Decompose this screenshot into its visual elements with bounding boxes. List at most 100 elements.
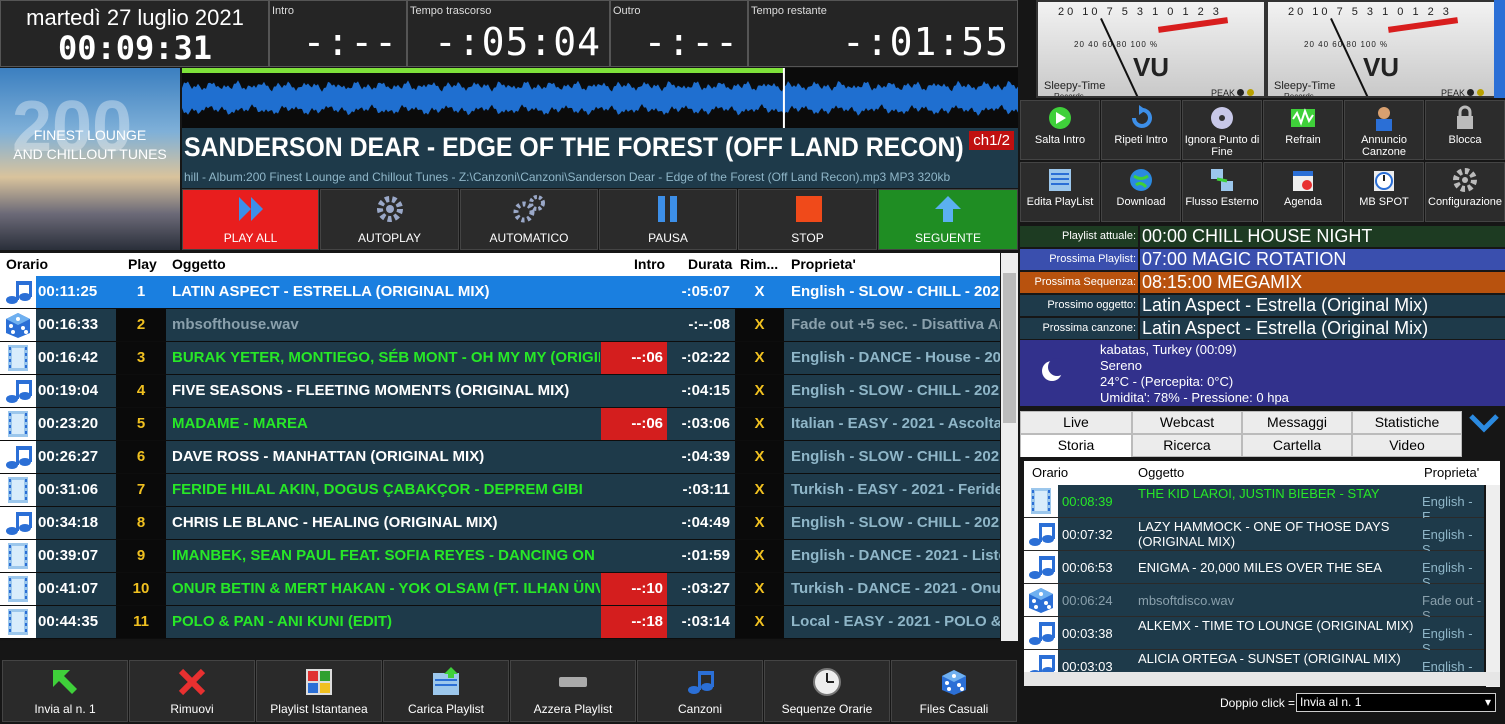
music-note-icon — [1024, 518, 1058, 550]
row-prop: English - SLOW - CHILL - 2021 - — [791, 382, 1000, 399]
tab-webcast[interactable]: Webcast — [1132, 411, 1242, 434]
hist-col-proprieta[interactable]: Proprieta' — [1424, 465, 1479, 480]
sequenze-orarie-button[interactable]: Sequenze Orarie — [764, 660, 890, 722]
tab-ricerca[interactable]: Ricerca — [1132, 434, 1242, 457]
row-title: POLO & PAN - ANI KUNI (EDIT) — [172, 613, 392, 630]
edita-playlist-button[interactable]: Edita PlayList — [1020, 162, 1100, 222]
dblclick-select[interactable]: Invia al n. 1 ▾ — [1296, 693, 1496, 712]
row-prop: English - SLOW - CHILL - 2021 - — [791, 448, 1000, 465]
stop-button[interactable]: STOP — [738, 189, 877, 250]
hist-col-orario[interactable]: Orario — [1032, 465, 1068, 480]
playlist-row[interactable]: 00:34:18 8 CHRIS LE BLANC - HEALING (ORI… — [0, 507, 1000, 540]
weather-panel: kabatas, Turkey (00:09) Sereno 24°C - (P… — [1020, 340, 1505, 406]
pause-button[interactable]: PAUSA — [599, 189, 737, 250]
history-row[interactable]: 00:06:24 mbsoftdisco.wav Fade out - S — [1024, 584, 1484, 623]
history-row[interactable]: 00:06:53 ENIGMA - 20,000 MILES OVER THE … — [1024, 551, 1484, 590]
configurazione-button[interactable]: Configurazione — [1425, 162, 1505, 222]
tab-statistiche[interactable]: Statistiche — [1352, 411, 1462, 434]
automatico-button[interactable]: AUTOMATICO — [460, 189, 598, 250]
playlist-row[interactable]: 00:16:33 2 mbsofthouse.wav -:--:08 X Fad… — [0, 309, 1000, 342]
history-time: 00:03:38 — [1062, 626, 1113, 641]
playlist-row[interactable]: 00:31:06 7 FERIDE HILAL AKIN, DOGUS ÇABA… — [0, 474, 1000, 507]
film-icon — [0, 474, 36, 506]
row-prop: English - SLOW - CHILL - 2021 - — [791, 514, 1000, 531]
playlist-row[interactable]: 00:44:35 11 POLO & PAN - ANI KUNI (EDIT)… — [0, 606, 1000, 639]
tab-video[interactable]: Video — [1352, 434, 1462, 457]
refrain-button[interactable]: Refrain — [1263, 100, 1343, 160]
playlist-row[interactable]: 00:16:42 3 BURAK YETER, MONTIEGO, SÉB MO… — [0, 342, 1000, 375]
history-hscrollbar[interactable] — [1024, 672, 1500, 686]
row-title: ONUR BETIN & MERT HAKAN - YOK OLSAM (FT.… — [172, 580, 600, 597]
dice-icon — [1024, 584, 1058, 616]
canzoni-button[interactable]: Canzoni — [637, 660, 763, 722]
row-intro — [601, 474, 667, 506]
row-play-number: 5 — [116, 408, 166, 440]
cover-line-2: AND CHILLOUT TUNES — [13, 146, 167, 162]
playlist-row[interactable]: 00:11:25 1 LATIN ASPECT - ESTRELLA (ORIG… — [0, 276, 1000, 309]
tab-live[interactable]: Live — [1020, 411, 1132, 434]
invia-al-n-1-button[interactable]: Invia al n. 1 — [2, 660, 128, 722]
agenda-button[interactable]: Agenda — [1263, 162, 1343, 222]
tab-storia[interactable]: Storia — [1020, 434, 1132, 457]
download-button[interactable]: Download — [1101, 162, 1181, 222]
playlist-row[interactable]: 00:23:20 5 MADAME - MAREA --:06 -:03:06 … — [0, 408, 1000, 441]
hist-col-oggetto[interactable]: Oggetto — [1138, 465, 1184, 480]
salta-intro-button[interactable]: Salta Intro — [1020, 100, 1100, 160]
current-clock: 00:09:31 — [57, 29, 213, 67]
col-play[interactable]: Play — [128, 256, 157, 272]
bottom-button-label: Invia al n. 1 — [34, 702, 96, 716]
playlist-istantanea-button[interactable]: Playlist Istantanea — [256, 660, 382, 722]
col-orario[interactable]: Orario — [6, 256, 48, 272]
history-time: 00:08:39 — [1062, 494, 1113, 509]
playlist-row[interactable]: 00:39:07 9 IMANBEK, SEAN PAUL FEAT. SOFI… — [0, 540, 1000, 573]
playlist-row[interactable]: 00:41:07 10 ONUR BETIN & MERT HAKAN - YO… — [0, 573, 1000, 606]
history-scrollbar[interactable] — [1486, 485, 1500, 687]
blocca-button[interactable]: Blocca — [1425, 100, 1505, 160]
history-row[interactable]: 00:03:38 ALKEMX - TIME TO LOUNGE (ORIGIN… — [1024, 617, 1484, 656]
waveform[interactable] — [182, 68, 1018, 128]
film-icon — [0, 540, 36, 572]
tab-messaggi[interactable]: Messaggi — [1242, 411, 1352, 434]
play-all-label: PLAY ALL — [223, 231, 278, 245]
function-label: Edita PlayList — [1026, 196, 1094, 208]
azzera-playlist-button[interactable]: Azzera Playlist — [510, 660, 636, 722]
row-time: 00:26:27 — [36, 441, 116, 473]
carica-playlist-button[interactable]: Carica Playlist — [383, 660, 509, 722]
ignora-punto-di-fine-button[interactable]: Ignora Punto di Fine — [1182, 100, 1262, 160]
play-all-button[interactable]: PLAY ALL — [182, 189, 319, 250]
next-button[interactable]: SEGUENTE — [878, 189, 1018, 250]
weather-temp: 24°C - (Percepita: 0°C) — [1100, 374, 1234, 389]
col-oggetto[interactable]: Oggetto — [172, 256, 226, 272]
files-casuali-button[interactable]: Files Casuali — [891, 660, 1017, 722]
col-durata[interactable]: Durata — [688, 256, 732, 272]
row-title: FIVE SEASONS - FLEETING MOMENTS (ORIGINA… — [172, 382, 570, 399]
col-proprieta[interactable]: Proprieta' — [791, 256, 856, 272]
load-playlist-icon — [384, 667, 508, 697]
ripeti-intro-button[interactable]: Ripeti Intro — [1101, 100, 1181, 160]
col-intro[interactable]: Intro — [634, 256, 665, 272]
automatico-label: AUTOMATICO — [489, 231, 569, 245]
playlist-row[interactable]: 00:26:27 6 DAVE ROSS - MANHATTAN (ORIGIN… — [0, 441, 1000, 474]
col-rimanente[interactable]: Rim... — [740, 256, 778, 272]
history-row[interactable]: 00:07:32 LAZY HAMMOCK - ONE OF THOSE DAY… — [1024, 518, 1484, 557]
playlist-row[interactable]: 00:19:04 4 FIVE SEASONS - FLEETING MOMEN… — [0, 375, 1000, 408]
vu-peak: PEAK — [1211, 88, 1254, 96]
row-title: DAVE ROSS - MANHATTAN (ORIGINAL MIX) — [172, 448, 485, 465]
channel-badge[interactable]: ch1/2 — [969, 131, 1014, 150]
rimuovi-button[interactable]: Rimuovi — [129, 660, 255, 722]
scroll-thumb[interactable] — [1003, 273, 1016, 423]
tab-cartella[interactable]: Cartella — [1242, 434, 1352, 457]
film-icon — [0, 573, 36, 605]
row-play-number: 7 — [116, 474, 166, 506]
history-row[interactable]: 00:08:39 THE KID LAROI, JUSTIN BIEBER - … — [1024, 485, 1484, 524]
film-icon — [0, 342, 36, 374]
annuncio-canzone-button[interactable]: Annuncio Canzone — [1344, 100, 1424, 160]
row-prop: English - SLOW - CHILL - 2021 - — [791, 283, 1000, 300]
autoplay-button[interactable]: AUTOPLAY — [320, 189, 459, 250]
chevron-down-icon[interactable] — [1468, 410, 1500, 441]
playlist-scrollbar[interactable] — [1001, 253, 1018, 641]
mb-spot-button[interactable]: MB SPOT — [1344, 162, 1424, 222]
moon-icon — [1040, 358, 1066, 389]
flusso-esterno-button[interactable]: Flusso Esterno — [1182, 162, 1262, 222]
history-table: Orario Oggetto Proprieta' 00:08:39 THE K… — [1024, 461, 1500, 689]
